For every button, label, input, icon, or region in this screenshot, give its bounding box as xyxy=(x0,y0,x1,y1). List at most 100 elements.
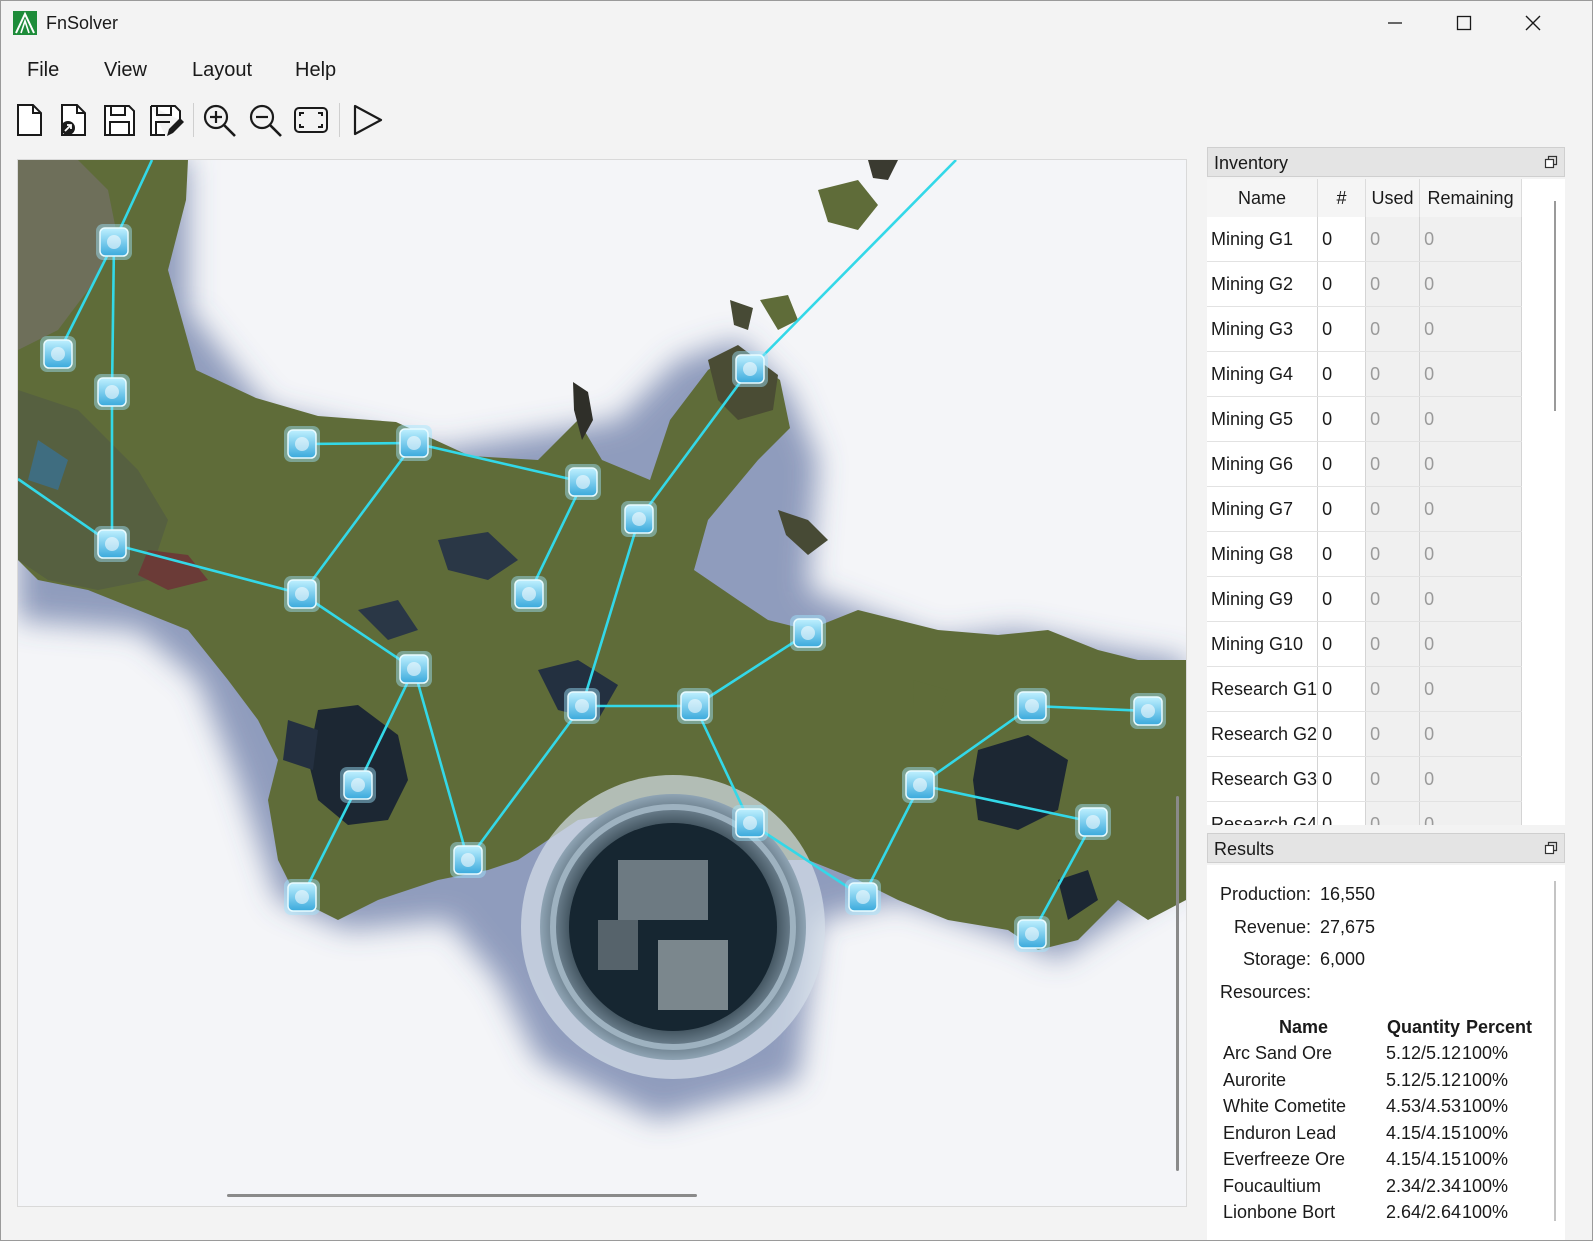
map-node[interactable] xyxy=(845,879,881,915)
map-vertical-scrollbar[interactable] xyxy=(1176,796,1179,1171)
inventory-count-cell[interactable]: 0 xyxy=(1317,666,1367,712)
map-node[interactable] xyxy=(790,615,826,651)
inventory-row[interactable]: Mining G8 0 0 0 xyxy=(1207,531,1523,577)
inventory-row[interactable]: Mining G4 0 0 0 xyxy=(1207,351,1523,397)
inventory-row[interactable]: Mining G10 0 0 0 xyxy=(1207,621,1523,667)
inventory-count-cell[interactable]: 0 xyxy=(1317,261,1367,307)
map-node[interactable] xyxy=(284,576,320,612)
map-node[interactable] xyxy=(1130,693,1166,729)
inventory-row[interactable]: Research G2 0 0 0 xyxy=(1207,711,1523,757)
menu-view[interactable]: View xyxy=(104,59,147,82)
inventory-remaining-cell: 0 xyxy=(1419,621,1523,667)
inventory-count-cell[interactable]: 0 xyxy=(1317,756,1367,802)
menu-layout[interactable]: Layout xyxy=(192,59,252,82)
map-node[interactable] xyxy=(1075,804,1111,840)
inventory-count-cell[interactable]: 0 xyxy=(1317,351,1367,397)
column-header-remaining[interactable]: Remaining xyxy=(1419,179,1523,217)
map-node[interactable] xyxy=(450,842,486,878)
map-node[interactable] xyxy=(902,767,938,803)
map-node[interactable] xyxy=(1014,916,1050,952)
map-canvas[interactable] xyxy=(18,160,1186,1206)
inventory-row[interactable]: Mining G3 0 0 0 xyxy=(1207,306,1523,352)
close-button[interactable] xyxy=(1498,1,1568,45)
open-file-button[interactable] xyxy=(53,100,93,140)
inventory-row[interactable]: Mining G9 0 0 0 xyxy=(1207,576,1523,622)
column-header-name[interactable]: Name xyxy=(1207,179,1319,217)
inventory-remaining-cell: 0 xyxy=(1419,261,1523,307)
minimize-button[interactable] xyxy=(1360,1,1430,45)
map-node[interactable] xyxy=(621,501,657,537)
menu-help[interactable]: Help xyxy=(295,59,336,82)
inventory-row[interactable]: Mining G2 0 0 0 xyxy=(1207,261,1523,307)
resources-header-quantity: Quantity xyxy=(1387,1017,1461,1037)
resource-name: Enduron Lead xyxy=(1223,1122,1337,1143)
inventory-count-cell[interactable]: 0 xyxy=(1317,711,1367,757)
map-node[interactable] xyxy=(284,426,320,462)
resource-percent: 100% xyxy=(1462,1149,1509,1169)
inventory-row[interactable]: Research G1 0 0 0 xyxy=(1207,666,1523,712)
inventory-count-cell[interactable]: 0 xyxy=(1317,441,1367,487)
map-node[interactable] xyxy=(284,879,320,915)
inventory-name-cell: Mining G7 xyxy=(1207,486,1319,532)
map-node[interactable] xyxy=(94,374,130,410)
resource-row: Foucaultium 2.34/2.34 100% xyxy=(1207,1176,1565,1202)
inventory-count-cell[interactable]: 0 xyxy=(1317,531,1367,577)
float-panel-icon[interactable] xyxy=(1544,841,1558,855)
fit-view-icon xyxy=(294,107,328,133)
save-as-button[interactable] xyxy=(145,100,185,140)
inventory-row[interactable]: Mining G1 0 0 0 xyxy=(1207,217,1523,262)
save-button[interactable] xyxy=(99,100,139,140)
inventory-count-cell[interactable]: 0 xyxy=(1317,217,1367,262)
map-node[interactable] xyxy=(94,526,130,562)
map-node[interactable] xyxy=(677,688,713,724)
map-view[interactable] xyxy=(17,159,1187,1207)
inventory-used-cell: 0 xyxy=(1365,441,1421,487)
new-file-button[interactable] xyxy=(9,100,49,140)
map-node[interactable] xyxy=(1014,688,1050,724)
inventory-row[interactable]: Research G3 0 0 0 xyxy=(1207,756,1523,802)
map-node[interactable] xyxy=(565,464,601,500)
zoom-out-button[interactable] xyxy=(245,100,285,140)
resource-name: White Cometite xyxy=(1223,1096,1347,1116)
map-node[interactable] xyxy=(96,224,132,260)
inventory-name-cell: Mining G1 xyxy=(1207,217,1319,262)
fit-view-button[interactable] xyxy=(291,100,331,140)
run-button[interactable] xyxy=(347,100,387,140)
map-node[interactable] xyxy=(732,351,768,387)
inventory-remaining-cell: 0 xyxy=(1419,666,1523,712)
inventory-panel-header: Inventory xyxy=(1207,147,1565,177)
maximize-button[interactable] xyxy=(1429,1,1499,45)
resource-name: Everfreeze Ore xyxy=(1223,1149,1346,1169)
map-node[interactable] xyxy=(511,576,547,612)
inventory-count-cell[interactable]: 0 xyxy=(1317,621,1367,667)
inventory-used-cell: 0 xyxy=(1365,621,1421,667)
map-node[interactable] xyxy=(396,651,432,687)
map-node[interactable] xyxy=(340,767,376,803)
inventory-count-cell[interactable]: 0 xyxy=(1317,306,1367,352)
inventory-row[interactable]: Research G4 0 0 0 xyxy=(1207,801,1523,825)
inventory-count-cell[interactable]: 0 xyxy=(1317,396,1367,442)
resource-row: White Cometite 4.53/4.53 100% xyxy=(1207,1096,1565,1122)
inventory-count-cell[interactable]: 0 xyxy=(1317,576,1367,622)
map-node[interactable] xyxy=(396,425,432,461)
revenue-value: 27,675 xyxy=(1320,917,1376,937)
resource-percent: 100% xyxy=(1462,1175,1509,1196)
storage-label: Storage: xyxy=(1242,949,1311,969)
results-scrollbar[interactable] xyxy=(1554,881,1556,1221)
map-horizontal-scrollbar[interactable] xyxy=(227,1194,697,1197)
map-node[interactable] xyxy=(564,688,600,724)
zoom-in-button[interactable] xyxy=(199,100,239,140)
inventory-count-cell[interactable]: 0 xyxy=(1317,801,1367,825)
inventory-remaining-cell: 0 xyxy=(1419,306,1523,352)
column-header-count[interactable]: # xyxy=(1317,179,1367,217)
float-panel-icon[interactable] xyxy=(1544,155,1558,169)
menu-file[interactable]: File xyxy=(27,59,59,82)
map-node[interactable] xyxy=(732,805,768,841)
inventory-count-cell[interactable]: 0 xyxy=(1317,486,1367,532)
inventory-row[interactable]: Mining G6 0 0 0 xyxy=(1207,441,1523,487)
inventory-row[interactable]: Mining G7 0 0 0 xyxy=(1207,486,1523,532)
inventory-scrollbar[interactable] xyxy=(1554,201,1556,411)
column-header-used[interactable]: Used xyxy=(1365,179,1421,217)
map-node[interactable] xyxy=(40,336,76,372)
inventory-row[interactable]: Mining G5 0 0 0 xyxy=(1207,396,1523,442)
